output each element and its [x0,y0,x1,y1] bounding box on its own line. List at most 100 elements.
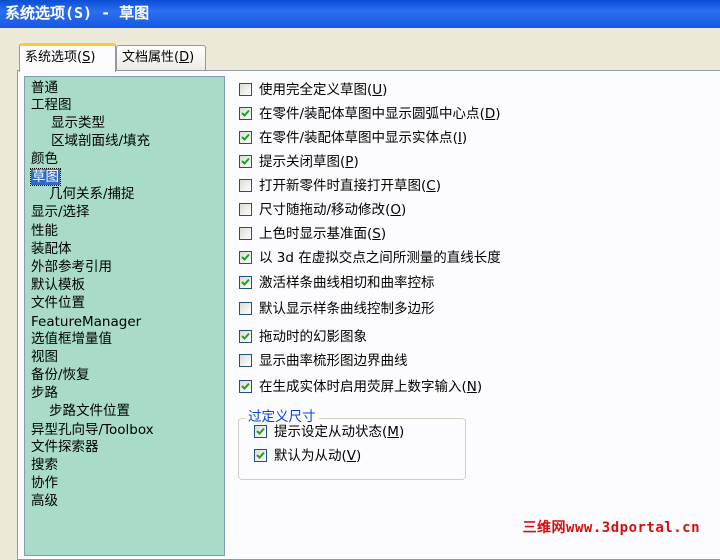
tab-system-options[interactable]: 系统选项(S) [19,43,116,72]
tree-item[interactable]: 装配体 [31,241,72,258]
option-mnemonic: U [372,82,382,98]
checkbox-checked[interactable] [254,449,267,462]
option-label: 默认为从动(V) [274,447,361,465]
tree-item-label: 文件位置 [31,295,85,311]
checkbox-unchecked[interactable] [239,179,252,192]
options-tree[interactable]: 普通工程图显示类型区域剖面线/填充颜色草图几何关系/捕捉显示/选择性能装配体外部… [24,76,225,556]
option-mnemonic: O [390,202,401,218]
tree-item-label: 步路 [31,385,58,401]
tree-item[interactable]: 显示/选择 [31,204,90,221]
tree-item[interactable]: 高级 [31,493,58,510]
checkbox-checked[interactable] [239,251,252,264]
checkbox-unchecked[interactable] [239,302,252,315]
tree-item[interactable]: 显示类型 [51,115,105,132]
tree-item-label: 装配体 [31,241,72,257]
tree-item[interactable]: 几何关系/捕捉 [49,186,135,203]
tree-item-label: 文件探索器 [31,439,99,455]
option-label: 提示关闭草图(P) [259,153,359,171]
window-title: 系统选项(S) - 草图 [0,0,720,28]
checkbox-checked[interactable] [254,425,267,438]
tree-item-label: 工程图 [31,97,72,113]
tree-item[interactable]: FeatureManager [31,314,141,331]
option-mnemonic: I [458,130,462,146]
checkbox-checked[interactable] [239,330,252,343]
checkbox-unchecked[interactable] [239,203,252,216]
option-text: 提示关闭草图 [259,154,340,170]
tree-item[interactable]: 步路 [31,385,58,402]
tree-item-label: 区域剖面线/填充 [51,133,150,149]
checkmark-icon [255,450,266,461]
checkbox-checked[interactable] [239,155,252,168]
tree-item-label: 视图 [31,349,58,365]
tree-item[interactable]: 文件位置 [31,295,85,312]
tree-item-label: 协作 [31,475,58,491]
tab-mnemonic: D [179,50,189,65]
checkbox-unchecked[interactable] [239,227,252,240]
checkbox-checked[interactable] [239,276,252,289]
tree-item[interactable]: 默认模板 [31,277,85,294]
tree-item[interactable]: 颜色 [31,151,58,168]
option-label: 提示设定从动状态(M) [274,423,404,441]
checkmark-icon [240,277,251,288]
option-label: 尺寸随拖动/移动修改(O) [259,201,406,219]
tree-item[interactable]: 备份/恢复 [31,367,90,384]
option-label: 默认显示样条曲线控制多边形 [259,300,435,318]
tree-item[interactable]: 外部参考引用 [31,259,112,276]
option-text: 上色时显示基准面 [259,226,367,242]
option-text: 激活样条曲线相切和曲率控标 [259,275,435,291]
option-text: 在生成实体时启用荧屏上数字输入 [259,379,462,395]
option-text: 默认为从动 [274,448,342,464]
option-mnemonic: D [485,106,495,122]
tree-item-label: 显示/选择 [31,204,90,220]
tree-item-label: 几何关系/捕捉 [49,186,135,202]
option-text: 打开新零件时直接打开草图 [259,178,421,194]
tree-item[interactable]: 区域剖面线/填充 [51,133,150,150]
option-mnemonic: S [372,226,381,242]
option-label: 在零件/装配体草图中显示实体点(I) [259,129,467,147]
tree-item-label: 默认模板 [31,277,85,293]
checkbox-checked[interactable] [239,107,252,120]
tree-item-label: 草图 [31,169,60,185]
tree-item[interactable]: 步路文件位置 [49,403,130,420]
tree-item-label: 备份/恢复 [31,367,90,383]
option-label: 在生成实体时启用荧屏上数字输入(N) [259,378,482,396]
checkmark-icon [255,426,266,437]
tree-item-label: 普通 [31,80,58,96]
checkbox-unchecked[interactable] [239,354,252,367]
checkmark-icon [240,108,251,119]
checkbox-unchecked[interactable] [239,83,252,96]
tree-item[interactable]: 视图 [31,349,58,366]
option-label: 使用完全定义草图(U) [259,81,387,99]
option-label: 拖动时的幻影图象 [259,328,367,346]
option-mnemonic: M [387,424,399,440]
tree-item-selected[interactable]: 草图 [31,169,60,186]
option-label: 打开新零件时直接打开草图(C) [259,177,441,195]
option-mnemonic: P [345,154,353,170]
tree-item[interactable]: 异型孔向导/Toolbox [31,422,154,439]
option-text: 以 3d 在虚拟交点之间所测量的直线长度 [259,250,501,266]
checkbox-checked[interactable] [239,131,252,144]
tree-item[interactable]: 搜索 [31,457,58,474]
tree-item[interactable]: 选值框增量值 [31,331,112,348]
checkbox-checked[interactable] [239,380,252,393]
checkmark-icon [240,132,251,143]
tree-item[interactable]: 工程图 [31,97,72,114]
option-label: 上色时显示基准面(S) [259,225,386,243]
tab-label: 系统选项 [25,50,77,65]
option-mnemonic: V [347,448,356,464]
tab-document-properties[interactable]: 文档属性(D) [116,45,206,70]
option-label: 以 3d 在虚拟交点之间所测量的直线长度 [259,249,501,267]
tree-item-label: 颜色 [31,151,58,167]
tree-item-label: 高级 [31,493,58,509]
tab-label: 文档属性 [122,50,174,65]
tree-item[interactable]: 协作 [31,475,58,492]
tree-item[interactable]: 普通 [31,80,58,97]
option-text: 尺寸随拖动/移动修改 [259,202,385,218]
tree-item-label: 异型孔向导/Toolbox [31,422,154,438]
tree-item-label: 性能 [31,223,58,239]
option-text: 默认显示样条曲线控制多边形 [259,301,435,317]
tree-item[interactable]: 文件探索器 [31,439,99,456]
tree-item[interactable]: 性能 [31,223,58,240]
tab-mnemonic: S [82,50,90,65]
checkmark-icon [240,252,251,263]
